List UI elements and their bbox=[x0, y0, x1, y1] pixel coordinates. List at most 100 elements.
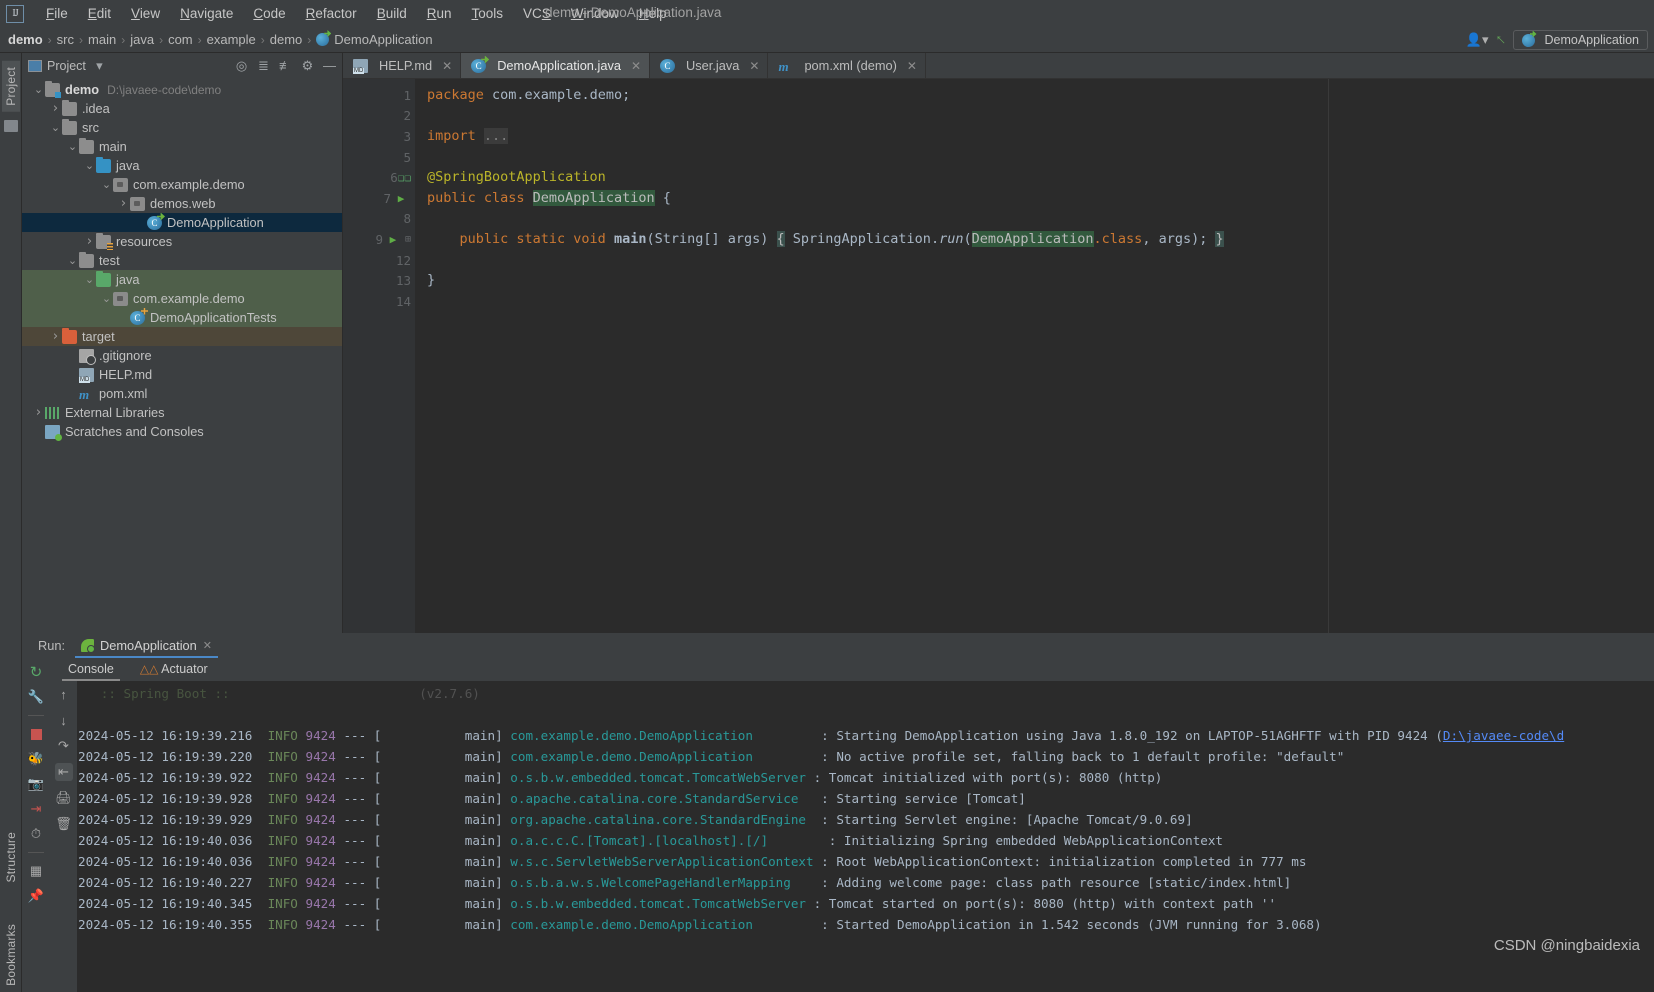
chevron-down-icon[interactable]: ⌄ bbox=[32, 84, 45, 95]
editor-gutter[interactable]: 1 2 3 5 6 ❏❏ 7 ▶ 8 9 ▶ ⊞ 12 13 14 bbox=[343, 79, 415, 633]
tree-item-help-md[interactable]: HELP.md bbox=[22, 365, 342, 384]
debug-icon[interactable]: 🐝 bbox=[27, 750, 45, 768]
user-icon[interactable]: 👤▾ bbox=[1466, 32, 1489, 48]
tree-item-resources[interactable]: › resources bbox=[22, 232, 342, 251]
update-project-icon[interactable]: ↑ bbox=[1491, 31, 1509, 49]
breadcrumb-com[interactable]: com bbox=[168, 32, 193, 47]
close-icon[interactable]: ✕ bbox=[631, 59, 641, 73]
chevron-down-icon[interactable]: ⌄ bbox=[100, 293, 113, 304]
pin-icon[interactable]: 📌 bbox=[27, 887, 45, 905]
menu-view[interactable]: View bbox=[121, 4, 170, 23]
tool-tab-bookmarks[interactable]: Bookmarks bbox=[2, 918, 20, 992]
tree-item-com-example-demo[interactable]: ⌄ com.example.demo bbox=[22, 289, 342, 308]
tree-item-java[interactable]: ⌄ java bbox=[22, 156, 342, 175]
collapse-all-icon[interactable]: ≢ bbox=[277, 58, 294, 73]
gear-icon[interactable]: ⚙ bbox=[299, 58, 316, 74]
history-icon[interactable]: ⏱ bbox=[27, 825, 45, 843]
breadcrumb-java[interactable]: java bbox=[130, 32, 154, 47]
tree-item-idea[interactable]: › .idea bbox=[22, 99, 342, 118]
run-configuration-selector[interactable]: DemoApplication bbox=[1512, 30, 1648, 50]
breadcrumb-demo[interactable]: demo bbox=[8, 32, 43, 47]
tree-item-scratches-and-consoles[interactable]: Scratches and Consoles bbox=[22, 422, 342, 441]
project-folder-icon[interactable] bbox=[3, 119, 18, 132]
layout-icon[interactable]: ▦ bbox=[27, 862, 45, 880]
tree-item-com-example-demo[interactable]: ⌄ com.example.demo bbox=[22, 175, 342, 194]
import-fold[interactable]: ... bbox=[483, 128, 509, 145]
breadcrumb-demo-pkg[interactable]: demo bbox=[270, 32, 303, 47]
tab-console[interactable]: Console bbox=[62, 660, 120, 681]
tree-item-src[interactable]: ⌄ src bbox=[22, 118, 342, 137]
editor-tab-user-java[interactable]: C User.java ✕ bbox=[650, 53, 769, 78]
chevron-right-icon[interactable]: › bbox=[83, 234, 96, 249]
menu-code[interactable]: Code bbox=[243, 4, 295, 23]
chevron-down-icon[interactable]: ⌄ bbox=[100, 179, 113, 190]
menu-build[interactable]: Build bbox=[367, 4, 417, 23]
scroll-down-icon[interactable]: ↓ bbox=[55, 711, 73, 729]
stop-icon[interactable] bbox=[27, 725, 45, 743]
rerun-icon[interactable]: ↻ bbox=[27, 663, 45, 681]
chevron-down-icon[interactable]: ⌄ bbox=[83, 274, 96, 285]
menu-edit[interactable]: Edit bbox=[78, 4, 121, 23]
close-icon[interactable]: ✕ bbox=[442, 59, 452, 73]
menu-file[interactable]: File bbox=[36, 4, 78, 23]
run-gutter-icon[interactable]: ▶ bbox=[391, 192, 411, 205]
tree-item-demo[interactable]: ⌄ demo D:\javaee-code\demo bbox=[22, 80, 342, 99]
run-gutter-icon[interactable]: ▶ bbox=[383, 233, 403, 246]
expand-all-icon[interactable]: ≣ bbox=[255, 58, 272, 74]
chevron-down-icon[interactable]: ⌄ bbox=[66, 141, 79, 152]
breadcrumb-file[interactable]: DemoApplication bbox=[334, 32, 432, 47]
tree-item-main[interactable]: ⌄ main bbox=[22, 137, 342, 156]
camera-icon[interactable]: 📷 bbox=[27, 775, 45, 793]
tree-item-target[interactable]: › target bbox=[22, 327, 342, 346]
chevron-right-icon[interactable]: › bbox=[49, 329, 62, 344]
chevron-down-icon[interactable]: ⌄ bbox=[49, 122, 62, 133]
tree-item-demoapplication[interactable]: C DemoApplication bbox=[22, 213, 342, 232]
tree-item-external-libraries[interactable]: › External Libraries bbox=[22, 403, 342, 422]
hide-icon[interactable]: — bbox=[321, 58, 338, 73]
tree-item-test[interactable]: ⌄ test bbox=[22, 251, 342, 270]
editor-tab-help-md[interactable]: HELP.md ✕ bbox=[343, 53, 462, 78]
tab-actuator[interactable]: △△ Actuator bbox=[134, 660, 214, 680]
close-icon[interactable]: ✕ bbox=[907, 59, 917, 73]
tree-item-demoapplicationtests[interactable]: C DemoApplicationTests bbox=[22, 308, 342, 327]
tool-tab-structure[interactable]: Structure bbox=[2, 826, 20, 889]
close-icon[interactable]: ✕ bbox=[749, 59, 759, 73]
project-tree[interactable]: ⌄ demo D:\javaee-code\demo › .idea ⌄ src ⌄ main ⌄… bbox=[22, 78, 342, 633]
chevron-down-icon[interactable]: ▾ bbox=[91, 58, 108, 74]
run-tab-demoapplication[interactable]: DemoApplication ✕ bbox=[75, 636, 218, 658]
tree-item-gitignore[interactable]: .gitignore bbox=[22, 346, 342, 365]
breadcrumb-src[interactable]: src bbox=[57, 32, 74, 47]
menu-tools[interactable]: Tools bbox=[462, 4, 514, 23]
wrench-icon[interactable]: 🔧 bbox=[27, 688, 45, 706]
code-editor[interactable]: 1 2 3 5 6 ❏❏ 7 ▶ 8 9 ▶ ⊞ 12 13 14 packag… bbox=[343, 79, 1654, 633]
log-path-link[interactable]: D:\javaee-code\d bbox=[1443, 728, 1564, 743]
chevron-right-icon[interactable]: › bbox=[49, 101, 62, 116]
chevron-down-icon[interactable]: ⌄ bbox=[83, 160, 96, 171]
export-icon[interactable]: ⇥ bbox=[27, 800, 45, 818]
print-icon[interactable]: 🖨 bbox=[55, 789, 73, 807]
locate-file-icon[interactable]: ◎ bbox=[233, 58, 250, 74]
scroll-up-icon[interactable]: ↑ bbox=[55, 685, 73, 703]
editor-tab-demoapplication-java[interactable]: C DemoApplication.java ✕ bbox=[461, 53, 651, 78]
menu-refactor[interactable]: Refactor bbox=[296, 4, 367, 23]
tree-item-java[interactable]: ⌄ java bbox=[22, 270, 342, 289]
tree-item-demos-web[interactable]: › demos.web bbox=[22, 194, 342, 213]
chevron-down-icon[interactable]: ⌄ bbox=[66, 255, 79, 266]
breadcrumb-example[interactable]: example bbox=[207, 32, 256, 47]
menu-run[interactable]: Run bbox=[417, 4, 462, 23]
soft-wrap-icon[interactable]: ↷ bbox=[55, 737, 73, 755]
chevron-right-icon[interactable]: › bbox=[32, 405, 45, 420]
trash-icon[interactable]: 🗑 bbox=[55, 815, 73, 833]
tool-tab-project[interactable]: Project bbox=[1, 61, 20, 112]
console-output[interactable]: :: Spring Boot :: (v2.7.6) 2024-05-12 16:… bbox=[78, 681, 1654, 992]
close-icon[interactable]: ✕ bbox=[203, 639, 212, 652]
spring-bean-icon[interactable]: ❏❏ bbox=[398, 171, 411, 184]
code-text[interactable]: package com.example.demo; import ... @Sp… bbox=[415, 79, 1654, 633]
menu-navigate[interactable]: Navigate bbox=[170, 4, 243, 23]
breadcrumb-main[interactable]: main bbox=[88, 32, 116, 47]
fold-expand-icon[interactable]: ⊞ bbox=[405, 234, 411, 245]
tree-item-pom-xml[interactable]: m pom.xml bbox=[22, 384, 342, 403]
scroll-to-end-icon[interactable]: ⇤ bbox=[54, 763, 73, 781]
chevron-right-icon[interactable]: › bbox=[117, 196, 130, 211]
editor-tab-pom-xml[interactable]: m pom.xml (demo) ✕ bbox=[768, 53, 926, 78]
